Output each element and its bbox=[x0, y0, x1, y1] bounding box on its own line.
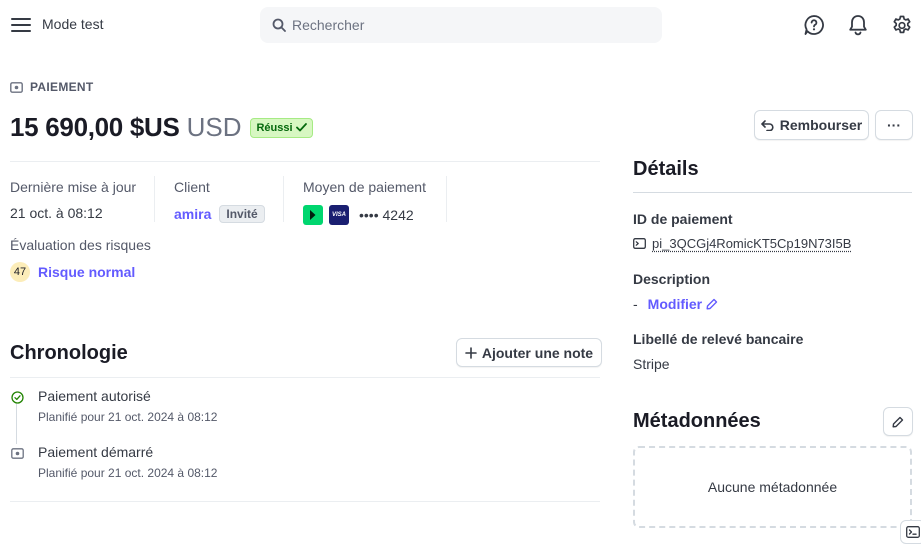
timeline-title: Chronologie bbox=[10, 342, 128, 365]
gear-icon bbox=[891, 14, 913, 36]
add-note-label: Ajouter une note bbox=[482, 345, 593, 361]
timeline-item-subtitle: Planifié pour 21 oct. 2024 à 08:12 bbox=[38, 410, 217, 424]
undo-icon bbox=[761, 120, 774, 131]
payment-currency: USD bbox=[187, 112, 242, 143]
search-input[interactable] bbox=[292, 17, 642, 33]
amount-row: 15 690,00 $US USD Réussi bbox=[10, 112, 313, 143]
edit-description-link[interactable]: Modifier bbox=[648, 296, 718, 312]
risk-level-link[interactable]: Risque normal bbox=[38, 264, 135, 280]
help-button[interactable] bbox=[801, 12, 827, 38]
plus-icon bbox=[465, 347, 477, 359]
search-icon bbox=[272, 18, 286, 32]
statement-descriptor-value: Stripe bbox=[633, 356, 803, 372]
menu-button[interactable] bbox=[8, 12, 34, 38]
test-mode-label: Mode test bbox=[42, 16, 103, 32]
description-value: - bbox=[633, 296, 638, 312]
payment-icon bbox=[10, 82, 23, 93]
risk-score-badge: 47 bbox=[10, 262, 30, 282]
link-logo-icon bbox=[303, 205, 323, 225]
description-label: Description bbox=[633, 271, 718, 287]
add-note-button[interactable]: Ajouter une note bbox=[456, 338, 602, 367]
timeline-item-title: Paiement autorisé bbox=[38, 388, 217, 404]
risk-evaluation: Évaluation des risques 47 Risque normal bbox=[10, 237, 151, 282]
payment-id-value[interactable]: pi_3QCGj4RomicKT5Cp19N73I5B bbox=[652, 236, 851, 251]
timeline-item-subtitle: Planifié pour 21 oct. 2024 à 08:12 bbox=[38, 466, 217, 480]
divider bbox=[10, 161, 600, 162]
status-label: Réussi bbox=[256, 122, 292, 134]
payment-method-label: Moyen de paiement bbox=[303, 179, 426, 195]
check-circle-icon bbox=[10, 390, 24, 404]
timeline-item-title: Paiement démarré bbox=[38, 444, 217, 460]
menu-icon bbox=[11, 17, 31, 33]
payment-method-column: Moyen de paiement VISA •••• 4242 bbox=[303, 179, 426, 225]
pencil-icon bbox=[892, 416, 904, 428]
description-field: Description - Modifier bbox=[633, 271, 718, 312]
metadata-empty-state: Aucune métadonnée bbox=[633, 446, 912, 528]
edit-metadata-button[interactable] bbox=[883, 407, 913, 436]
payment-kind-label: PAIEMENT bbox=[30, 80, 94, 94]
statement-descriptor-label: Libellé de relevé bancaire bbox=[633, 331, 803, 347]
divider bbox=[446, 176, 447, 222]
client-column: Client amira Invité bbox=[174, 179, 265, 223]
payment-id-label: ID de paiement bbox=[633, 211, 851, 227]
payment-id-field: ID de paiement pi_3QCGj4RomicKT5Cp19N73I… bbox=[633, 211, 851, 251]
timeline-item: Paiement autorisé Planifié pour 21 oct. … bbox=[10, 388, 217, 424]
visa-logo-icon: VISA bbox=[329, 205, 349, 225]
last-update-column: Dernière mise à jour 21 oct. à 08:12 bbox=[10, 179, 136, 221]
terminal-icon bbox=[633, 238, 646, 249]
divider bbox=[10, 377, 600, 378]
statement-descriptor-field: Libellé de relevé bancaire Stripe bbox=[633, 331, 803, 372]
last-update-label: Dernière mise à jour bbox=[10, 179, 136, 195]
help-icon bbox=[803, 14, 825, 36]
check-icon bbox=[296, 123, 307, 132]
divider bbox=[10, 501, 600, 502]
refund-button[interactable]: Rembourser bbox=[754, 110, 869, 140]
bell-icon bbox=[848, 14, 868, 36]
risk-label: Évaluation des risques bbox=[10, 237, 151, 253]
terminal-icon bbox=[906, 526, 920, 538]
divider bbox=[633, 192, 912, 193]
notifications-button[interactable] bbox=[845, 12, 871, 38]
guest-badge: Invité bbox=[219, 205, 264, 223]
last-update-value: 21 oct. à 08:12 bbox=[10, 205, 136, 221]
payment-icon bbox=[10, 446, 24, 460]
console-button[interactable] bbox=[900, 520, 921, 544]
pencil-icon bbox=[706, 298, 718, 310]
divider bbox=[154, 176, 155, 222]
more-actions-button[interactable]: ··· bbox=[875, 110, 913, 140]
edit-label: Modifier bbox=[648, 296, 702, 312]
client-label: Client bbox=[174, 179, 265, 195]
timeline-item: Paiement démarré Planifié pour 21 oct. 2… bbox=[10, 444, 217, 480]
settings-button[interactable] bbox=[889, 12, 915, 38]
search-bar[interactable] bbox=[260, 7, 662, 43]
metadata-title: Métadonnées bbox=[633, 410, 761, 433]
details-title: Détails bbox=[633, 158, 699, 181]
payment-kind: PAIEMENT bbox=[10, 80, 94, 94]
refund-label: Rembourser bbox=[780, 117, 862, 133]
client-link[interactable]: amira bbox=[174, 206, 211, 222]
status-badge: Réussi bbox=[250, 118, 312, 138]
divider bbox=[283, 176, 284, 222]
card-number: •••• 4242 bbox=[359, 207, 414, 223]
payment-amount: 15 690,00 $US bbox=[10, 112, 180, 143]
